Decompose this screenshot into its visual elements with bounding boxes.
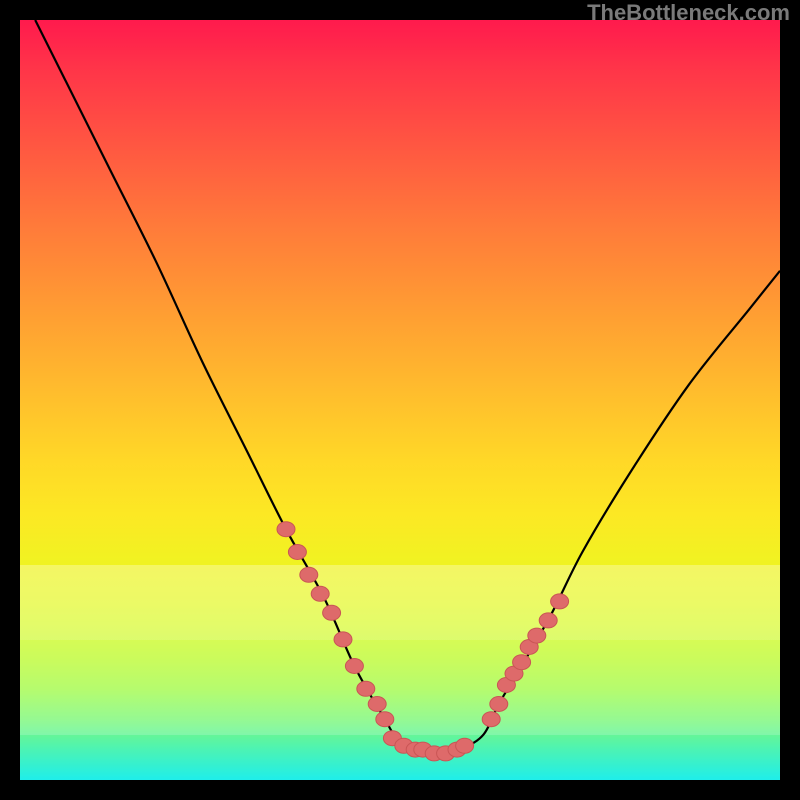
chart-frame bbox=[20, 20, 780, 780]
gradient-background bbox=[20, 20, 780, 780]
